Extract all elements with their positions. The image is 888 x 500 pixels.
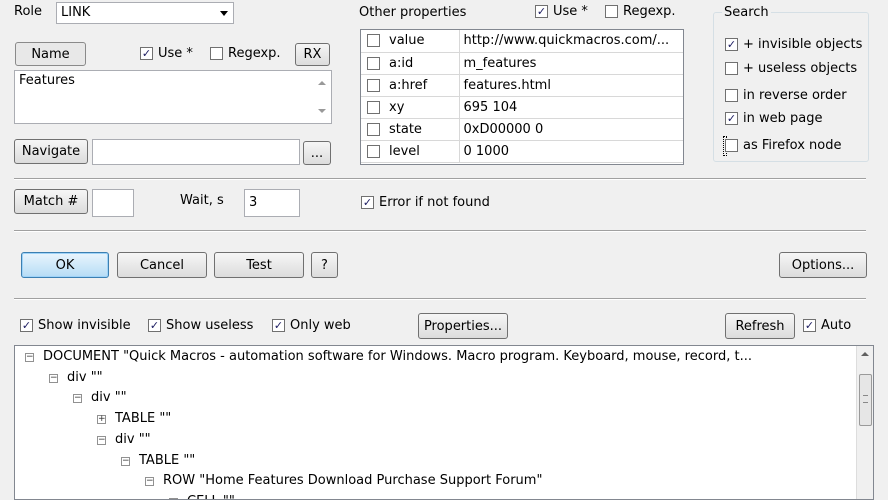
name-use-check[interactable]: [140, 47, 153, 60]
ok-button[interactable]: OK: [21, 252, 109, 278]
property-name: state: [385, 118, 460, 141]
search-option-check[interactable]: [725, 38, 738, 51]
only-web-check[interactable]: [272, 319, 285, 332]
match-button[interactable]: Match #: [14, 189, 88, 214]
property-value[interactable]: 695 104: [459, 96, 683, 119]
property-check[interactable]: [367, 78, 380, 92]
property-cell-check[interactable]: [361, 52, 385, 75]
wait-input[interactable]: 3: [244, 189, 300, 217]
tree-node-label: TABLE "": [115, 411, 172, 427]
test-button[interactable]: Test: [214, 252, 304, 278]
property-cell-check[interactable]: [361, 30, 385, 53]
property-row[interactable]: a:href features.html: [361, 74, 683, 97]
properties-button[interactable]: Properties...: [418, 313, 508, 339]
search-title: Search: [722, 5, 771, 21]
rx-button[interactable]: RX: [295, 43, 330, 66]
cancel-button[interactable]: Cancel: [117, 252, 207, 278]
properties-grid[interactable]: value http://www.quickmacros.com/... a:id m…: [360, 29, 684, 165]
search-option-label: + useless objects: [743, 61, 858, 76]
tree-expander-icon[interactable]: −: [145, 477, 154, 487]
show-invisible-check[interactable]: [20, 319, 33, 332]
refresh-button[interactable]: Refresh: [725, 313, 795, 339]
other-properties-title: Other properties: [359, 5, 467, 20]
role-combo[interactable]: LINK: [56, 2, 234, 24]
property-row[interactable]: state 0xD00000 0: [361, 118, 683, 141]
tree-node-label: div "": [67, 369, 103, 385]
property-cell-check[interactable]: [361, 118, 385, 141]
properties-table: value http://www.quickmacros.com/... a:id m…: [361, 30, 683, 163]
tree-expander-icon[interactable]: −: [49, 373, 58, 383]
property-row[interactable]: value http://www.quickmacros.com/...: [361, 30, 683, 53]
tree-node-label: CELL "": [187, 492, 235, 499]
tree-node-label: ROW "Home Features Download Purchase Sup…: [163, 473, 543, 489]
name-button[interactable]: Name: [15, 42, 86, 66]
error-if-not-found-check[interactable]: [361, 196, 374, 209]
tree-scrollbar[interactable]: [856, 346, 873, 499]
property-check[interactable]: [367, 122, 380, 136]
property-check[interactable]: [367, 56, 380, 70]
navigate-button[interactable]: Navigate: [14, 139, 88, 164]
tree-node-label: div "": [91, 390, 127, 406]
property-row[interactable]: level 0 1000: [361, 140, 683, 163]
search-option-check[interactable]: [725, 112, 738, 125]
tree-expander-icon[interactable]: −: [25, 353, 34, 362]
search-option-check[interactable]: [725, 89, 738, 102]
tree-node-label: DOCUMENT "Quick Macros - automation soft…: [43, 349, 752, 364]
help-button[interactable]: ?: [311, 252, 338, 278]
search-option-label: + invisible objects: [743, 37, 863, 52]
wait-label: Wait, s: [180, 193, 224, 208]
navigate-browse-button[interactable]: ...: [303, 141, 331, 165]
scroll-thumb[interactable]: [859, 374, 872, 426]
property-name: xy: [385, 96, 460, 119]
search-option-check[interactable]: [725, 62, 738, 75]
separator-2: [14, 230, 866, 232]
property-cell-check[interactable]: [361, 96, 385, 119]
separator-3: [14, 298, 866, 300]
property-value[interactable]: 0 1000: [459, 140, 683, 163]
navigate-input[interactable]: [92, 139, 300, 165]
search-option-label: in reverse order: [743, 88, 847, 103]
property-value[interactable]: http://www.quickmacros.com/...: [459, 30, 683, 53]
scroll-up-icon[interactable]: [861, 352, 869, 356]
show-useless-check[interactable]: [148, 319, 161, 332]
search-option-label: as Firefox node: [743, 138, 842, 153]
role-value: LINK: [61, 5, 91, 20]
property-check[interactable]: [367, 144, 380, 158]
tree-expander-icon[interactable]: −: [97, 435, 106, 445]
match-input[interactable]: [92, 189, 134, 217]
property-check[interactable]: [367, 100, 380, 114]
scroll-up-icon[interactable]: [318, 81, 326, 85]
options-button[interactable]: Options...: [779, 252, 867, 278]
tree-expander-icon[interactable]: +: [97, 415, 106, 425]
tree-expander-icon[interactable]: −: [73, 394, 82, 404]
accessible-object-tree[interactable]: − DOCUMENT "Quick Macros - automation sof…: [14, 345, 874, 500]
property-cell-check[interactable]: [361, 74, 385, 97]
property-value[interactable]: 0xD00000 0: [459, 118, 683, 141]
property-name: a:href: [385, 74, 460, 97]
other-use-check[interactable]: [535, 5, 548, 18]
property-cell-check[interactable]: [361, 140, 385, 163]
other-regexp-check[interactable]: [605, 5, 618, 18]
auto-check[interactable]: [803, 319, 816, 332]
property-name: a:id: [385, 52, 460, 75]
role-label: Role: [14, 4, 43, 19]
property-name: level: [385, 140, 460, 163]
tree-node-label: TABLE "": [139, 452, 196, 468]
tree-expander-icon[interactable]: −: [121, 456, 130, 466]
search-option-label: in web page: [743, 111, 823, 126]
search-option-check[interactable]: [725, 139, 738, 152]
property-value[interactable]: features.html: [459, 74, 683, 97]
property-row[interactable]: a:id m_features: [361, 52, 683, 75]
name-textarea[interactable]: Features: [14, 70, 332, 124]
scroll-down-icon[interactable]: [318, 109, 326, 113]
property-check[interactable]: [367, 34, 380, 47]
chevron-down-icon: [220, 11, 228, 16]
property-row[interactable]: xy 695 104: [361, 96, 683, 119]
separator-1: [14, 178, 866, 180]
name-regexp-check[interactable]: [210, 47, 223, 60]
property-name: value: [385, 30, 460, 53]
property-value[interactable]: m_features: [459, 52, 683, 75]
tree-node-label: div "": [115, 431, 151, 447]
